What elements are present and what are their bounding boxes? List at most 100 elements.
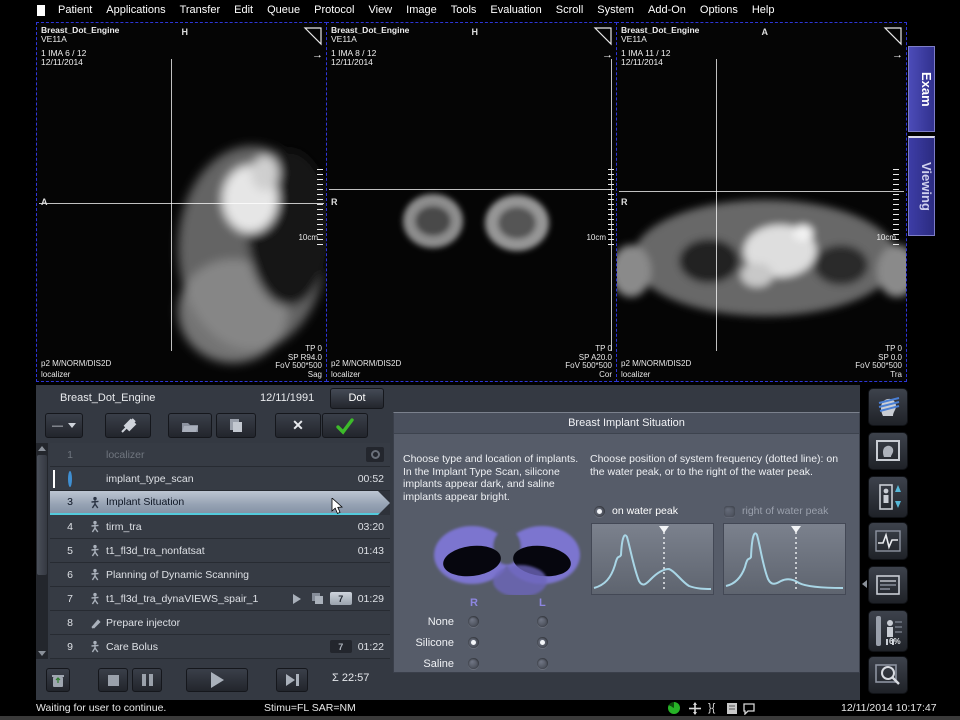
on-water-peak-option[interactable]: on water peak — [594, 505, 678, 517]
menu-edit[interactable]: Edit — [227, 4, 260, 16]
patient-registration-button[interactable] — [868, 476, 908, 518]
scroll-up-icon[interactable] — [38, 446, 46, 451]
person-step-icon — [90, 568, 106, 581]
radio-saline-left[interactable] — [537, 658, 548, 669]
sar-monitor-button[interactable]: 6% — [868, 610, 908, 652]
list-item[interactable]: 5 t1_fl3d_tra_nonfatsat 01:43 — [50, 539, 390, 563]
step-name: localizer — [106, 449, 366, 461]
list-item[interactable]: implant_type_scan 00:52 — [50, 467, 390, 491]
radio-silicone-left[interactable] — [537, 637, 548, 648]
pen-step-icon — [90, 617, 106, 629]
list-item[interactable]: 9 Care Bolus 7 01:22 — [50, 635, 390, 659]
step-name: tirm_tra — [106, 521, 358, 533]
list-item[interactable]: 4 tirm_tra 03:20 — [50, 515, 390, 539]
protocol-sheet-button[interactable] — [868, 566, 908, 604]
menu-system[interactable]: System — [590, 4, 641, 16]
list-item[interactable]: 6 Planning of Dynamic Scanning — [50, 563, 390, 587]
magnifier-icon — [875, 663, 901, 687]
menu-options[interactable]: Options — [693, 4, 745, 16]
move-cross-icon — [688, 702, 702, 715]
menu-applications[interactable]: Applications — [99, 4, 172, 16]
injector-tool-button[interactable] — [105, 413, 151, 438]
menu-transfer[interactable]: Transfer — [173, 4, 228, 16]
menu-patient[interactable]: Patient — [51, 4, 99, 16]
menu-protocol[interactable]: Protocol — [307, 4, 361, 16]
viewport-sagittal[interactable]: 10cm Breast_Dot_Engine VE11A 1 IMA 6 / 1… — [36, 22, 327, 382]
segment-corner-icon[interactable] — [883, 26, 903, 46]
step-number: 4 — [50, 521, 90, 533]
step-name: Implant Situation — [106, 496, 390, 508]
menu-view[interactable]: View — [361, 4, 399, 16]
scroll-down-icon[interactable] — [38, 651, 46, 656]
step-number: 5 — [50, 545, 90, 557]
confirm-step-button[interactable] — [322, 413, 368, 438]
step-number: 6 — [50, 569, 90, 581]
scroll-arrow-icon[interactable]: → — [602, 49, 613, 61]
viewport-transversal[interactable]: 10cm Breast_Dot_Engine VE11A 1 IMA 11 / … — [616, 22, 907, 382]
radio-none-right[interactable] — [468, 616, 479, 627]
menu-image[interactable]: Image — [399, 4, 444, 16]
play-icon — [211, 672, 224, 688]
scrollbar-thumb[interactable] — [37, 455, 47, 575]
list-item[interactable]: 1 localizer — [50, 443, 390, 467]
viewport-coronal[interactable]: 10cm Breast_Dot_Engine VE11A 1 IMA 8 / 1… — [326, 22, 617, 382]
tab-exam[interactable]: Exam — [908, 46, 935, 132]
radio-right-of-water-peak[interactable] — [724, 506, 735, 517]
acquisition-status-icon — [366, 447, 384, 462]
workflow-step-list: 1 localizer implant_type_scan 00:52 3 — [50, 443, 390, 659]
right-of-water-peak-option[interactable]: right of water peak — [724, 505, 828, 517]
pause-button[interactable] — [132, 668, 162, 692]
document-list-icon — [875, 574, 901, 596]
skip-button[interactable] — [276, 668, 308, 692]
scroll-arrow-icon[interactable]: → — [892, 49, 903, 61]
play-step-icon[interactable] — [293, 594, 301, 604]
check-icon — [335, 417, 355, 435]
segment-corner-icon[interactable] — [303, 26, 323, 46]
image-display-button[interactable] — [868, 432, 908, 470]
speech-bubble-icon — [742, 702, 756, 715]
list-item[interactable]: 8 Prepare injector — [50, 611, 390, 635]
menu-scroll[interactable]: Scroll — [549, 4, 591, 16]
copy-button[interactable] — [216, 413, 256, 438]
discard-button[interactable] — [46, 668, 70, 692]
folder-icon — [181, 419, 199, 433]
menu-addon[interactable]: Add-On — [641, 4, 693, 16]
radio-none-left[interactable] — [537, 616, 548, 627]
menu-queue[interactable]: Queue — [260, 4, 307, 16]
image-date: 12/11/2014 — [331, 58, 409, 67]
queue-scrollbar[interactable] — [36, 443, 48, 659]
stop-button[interactable] — [98, 668, 128, 692]
menu-evaluation[interactable]: Evaluation — [483, 4, 548, 16]
radio-silicone-right[interactable] — [468, 637, 479, 648]
step-duration: 00:52 — [358, 473, 390, 485]
tab-viewing[interactable]: Viewing — [908, 136, 935, 236]
cancel-step-button[interactable]: ✕ — [275, 413, 321, 438]
strip-control-button[interactable]: — — [45, 413, 83, 438]
panel-collapse-arrow[interactable] — [862, 580, 867, 588]
menu-help[interactable]: Help — [745, 4, 782, 16]
dot-button[interactable]: Dot — [330, 388, 384, 409]
patient-name: Breast_Dot_Engine — [60, 392, 155, 404]
person-step-icon — [90, 520, 106, 533]
radio-on-water-peak[interactable] — [594, 506, 605, 517]
list-item[interactable]: 7 t1_fl3d_tra_dynaVIEWS_spair_1 7 01:29 — [50, 587, 390, 611]
segment-corner-icon[interactable] — [593, 26, 613, 46]
open-folder-button[interactable] — [168, 413, 212, 438]
step-name: implant_type_scan — [106, 473, 358, 485]
measurement-badge: 7 — [330, 640, 352, 653]
skip-icon — [286, 674, 299, 686]
slice-position-button[interactable] — [868, 388, 908, 426]
physio-signal-button[interactable] — [868, 522, 908, 560]
person-step-icon — [90, 640, 106, 653]
series-name: localizer — [621, 370, 650, 379]
label-left-breast: L — [539, 597, 546, 609]
software-version: VE11A — [621, 35, 699, 44]
scroll-arrow-icon[interactable]: → — [312, 49, 323, 61]
start-button[interactable] — [186, 668, 248, 692]
menu-tools[interactable]: Tools — [444, 4, 484, 16]
reference-line-vertical — [716, 59, 717, 351]
orientation-left: R — [621, 197, 628, 207]
total-time: Σ 22:57 — [332, 672, 369, 684]
image-review-button[interactable] — [868, 656, 908, 694]
radio-saline-right[interactable] — [468, 658, 479, 669]
